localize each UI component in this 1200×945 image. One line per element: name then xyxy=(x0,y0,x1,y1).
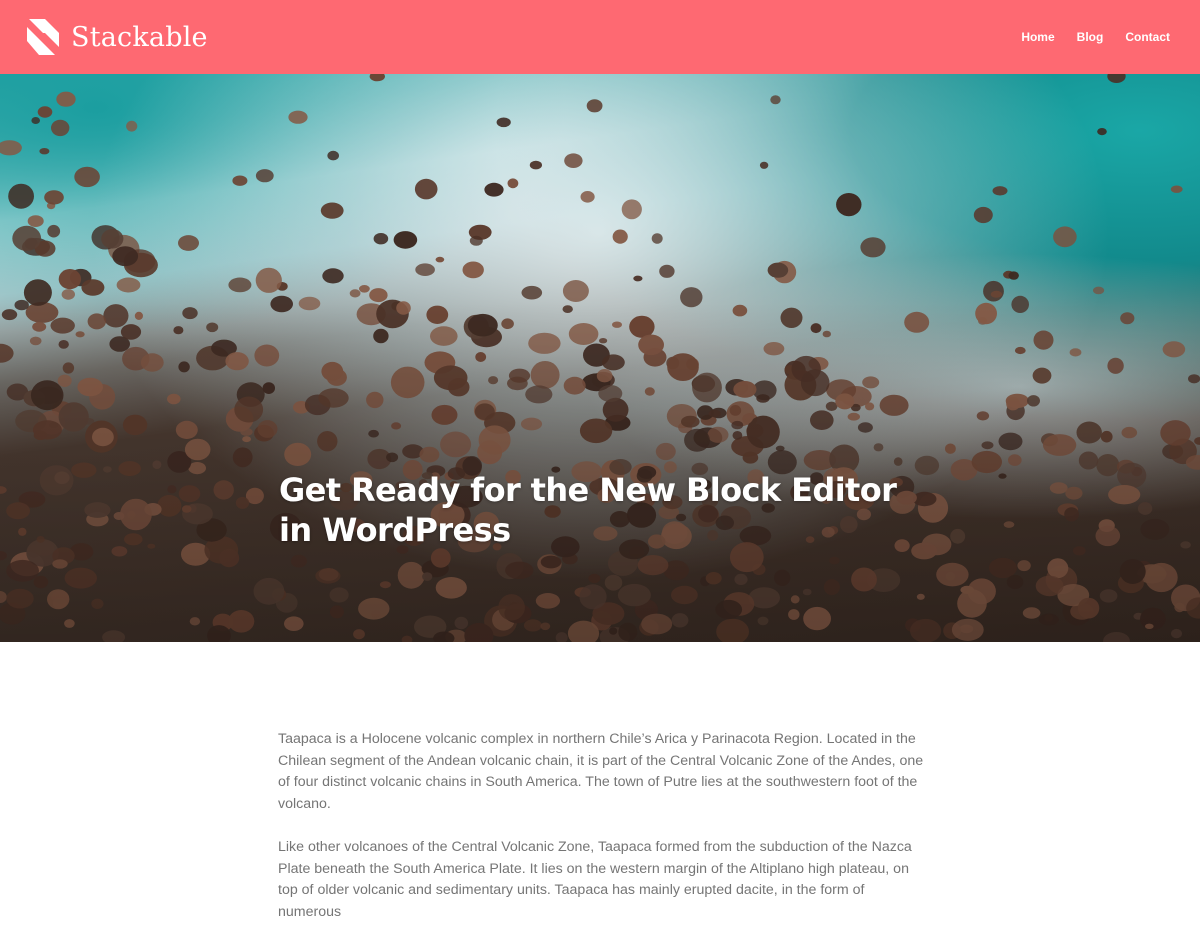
hero-overlay xyxy=(0,74,1200,642)
brand[interactable]: Stackable xyxy=(25,18,208,56)
nav-home[interactable]: Home xyxy=(1021,30,1054,44)
nav-contact[interactable]: Contact xyxy=(1125,30,1170,44)
stackable-logo-icon[interactable] xyxy=(25,18,61,56)
nav-blog[interactable]: Blog xyxy=(1077,30,1104,44)
hero-banner: Get Ready for the New Block Editor in Wo… xyxy=(0,74,1200,642)
article-paragraph-2: Like other volcanoes of the Central Volc… xyxy=(278,838,912,920)
post-title: Get Ready for the New Block Editor in Wo… xyxy=(279,471,897,549)
main-nav: Home Blog Contact xyxy=(1021,30,1170,44)
site-title[interactable]: Stackable xyxy=(71,22,208,53)
site-header: Stackable Home Blog Contact xyxy=(0,0,1200,74)
article-paragraph-1: Taapaca is a Holocene volcanic complex i… xyxy=(278,731,924,813)
article-content: Taapaca is a Holocene volcanic complex i… xyxy=(278,729,928,945)
